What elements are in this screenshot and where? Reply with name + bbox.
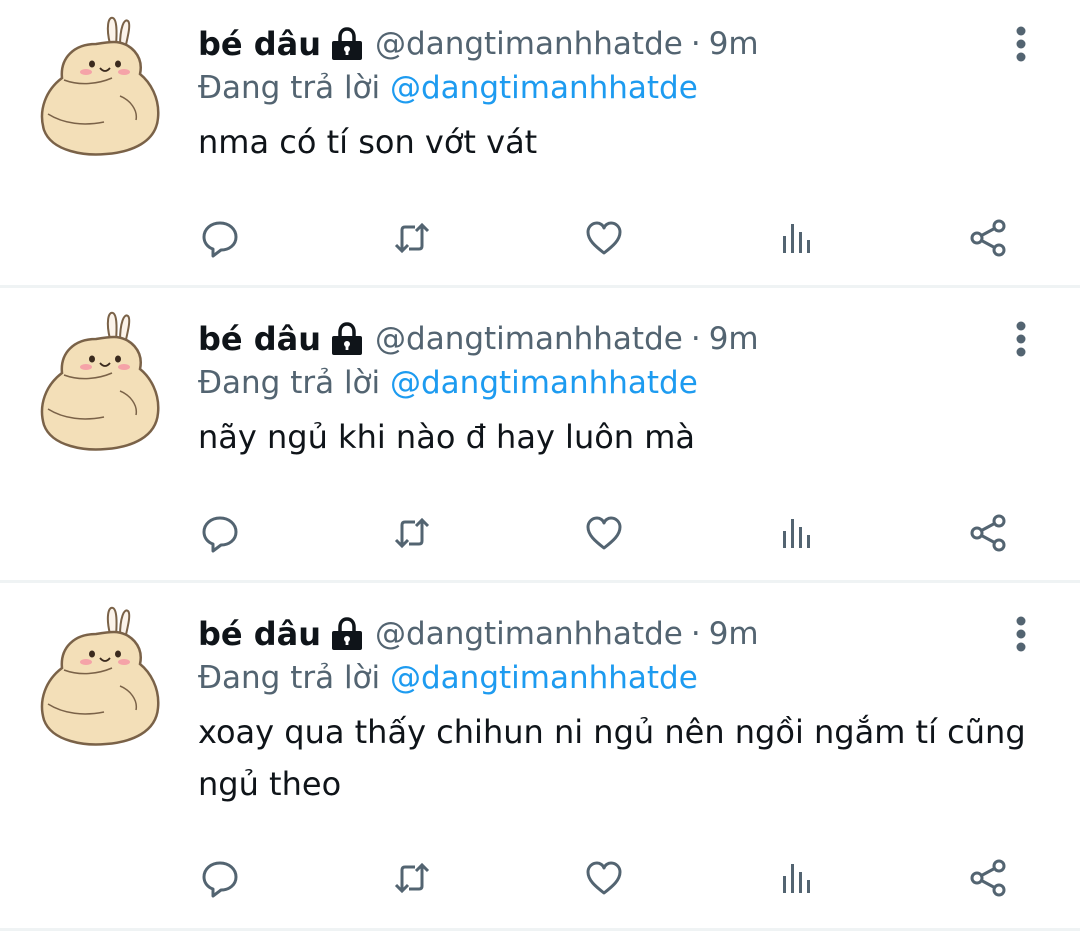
action-bar xyxy=(0,505,1080,565)
retweet-icon xyxy=(394,222,430,254)
user-handle[interactable]: @dangtimanhhatde xyxy=(375,26,683,62)
tweet-1[interactable]: bé dâu @dangtimanhhatde · 9m Đang trả lờ… xyxy=(0,0,1080,285)
views-button[interactable] xyxy=(768,850,824,906)
retweet-button[interactable] xyxy=(384,505,440,561)
views-icon xyxy=(783,519,810,548)
timestamp[interactable]: 9m xyxy=(709,321,759,357)
separator-dot: · xyxy=(690,616,701,652)
replying-to-mention[interactable]: @dangtimanhhatde xyxy=(390,70,698,106)
replying-to: Đang trả lời @dangtimanhhatde xyxy=(198,70,698,106)
tweet-text: xoay qua thấy chihun ni ngủ nên ngồi ngắ… xyxy=(198,713,1026,803)
replying-to-mention[interactable]: @dangtimanhhatde xyxy=(390,660,698,696)
lock-icon xyxy=(332,322,363,355)
tweet-3[interactable]: bé dâu @dangtimanhhatde · 9m Đang trả lờ… xyxy=(0,590,1080,930)
replying-to-label: Đang trả lời xyxy=(198,365,381,401)
tweet-header: bé dâu @dangtimanhhatde · 9m xyxy=(198,612,759,656)
avatar[interactable] xyxy=(34,604,162,749)
timestamp[interactable]: 9m xyxy=(709,616,759,652)
separator-dot: · xyxy=(690,26,701,62)
user-handle[interactable]: @dangtimanhhatde xyxy=(375,321,683,357)
display-name[interactable]: bé dâu xyxy=(198,615,321,653)
share-icon xyxy=(970,514,1006,552)
replying-to: Đang trả lời @dangtimanhhatde xyxy=(198,365,698,401)
like-button[interactable] xyxy=(576,850,632,906)
avatar[interactable] xyxy=(34,309,162,454)
like-button[interactable] xyxy=(576,505,632,561)
more-vertical-icon xyxy=(1016,321,1026,357)
lock-icon xyxy=(332,617,363,650)
like-icon xyxy=(586,861,622,895)
more-options-button[interactable] xyxy=(1004,22,1038,66)
like-icon xyxy=(586,221,622,255)
avatar[interactable] xyxy=(34,14,162,159)
like-icon xyxy=(586,516,622,550)
more-options-button[interactable] xyxy=(1004,317,1038,361)
separator-dot: · xyxy=(690,321,701,357)
like-button[interactable] xyxy=(576,210,632,266)
views-icon xyxy=(783,864,810,893)
reply-icon xyxy=(202,516,238,553)
tweet-text: nma có tí son vớt vát xyxy=(198,123,538,161)
retweet-icon xyxy=(394,517,430,549)
views-button[interactable] xyxy=(768,505,824,561)
share-button[interactable] xyxy=(960,505,1016,561)
retweet-button[interactable] xyxy=(384,850,440,906)
retweet-icon xyxy=(394,862,430,894)
reply-icon xyxy=(202,221,238,258)
tweet-divider xyxy=(0,580,1080,583)
display-name[interactable]: bé dâu xyxy=(198,320,321,358)
timestamp[interactable]: 9m xyxy=(709,26,759,62)
tweet-header: bé dâu @dangtimanhhatde · 9m xyxy=(198,22,759,66)
views-icon xyxy=(783,224,810,253)
reply-icon xyxy=(202,861,238,898)
replying-to-label: Đang trả lời xyxy=(198,660,381,696)
views-button[interactable] xyxy=(768,210,824,266)
more-vertical-icon xyxy=(1016,616,1026,652)
share-icon xyxy=(970,219,1006,257)
replying-to-label: Đang trả lời xyxy=(198,70,381,106)
share-button[interactable] xyxy=(960,850,1016,906)
retweet-button[interactable] xyxy=(384,210,440,266)
action-bar xyxy=(0,210,1080,270)
share-button[interactable] xyxy=(960,210,1016,266)
share-icon xyxy=(970,859,1006,897)
tweet-divider xyxy=(0,285,1080,288)
replying-to: Đang trả lời @dangtimanhhatde xyxy=(198,660,698,696)
lock-icon xyxy=(332,27,363,60)
display-name[interactable]: bé dâu xyxy=(198,25,321,63)
replying-to-mention[interactable]: @dangtimanhhatde xyxy=(390,365,698,401)
tweet-text: nãy ngủ khi nào đ hay luôn mà xyxy=(198,418,696,456)
tweet-2[interactable]: bé dâu @dangtimanhhatde · 9m Đang trả lờ… xyxy=(0,295,1080,580)
reply-button[interactable] xyxy=(192,505,248,561)
reply-button[interactable] xyxy=(192,850,248,906)
action-bar xyxy=(0,850,1080,910)
tweet-divider xyxy=(0,928,1080,931)
reply-button[interactable] xyxy=(192,210,248,266)
more-options-button[interactable] xyxy=(1004,612,1038,656)
user-handle[interactable]: @dangtimanhhatde xyxy=(375,616,683,652)
more-vertical-icon xyxy=(1016,26,1026,62)
tweet-header: bé dâu @dangtimanhhatde · 9m xyxy=(198,317,759,361)
